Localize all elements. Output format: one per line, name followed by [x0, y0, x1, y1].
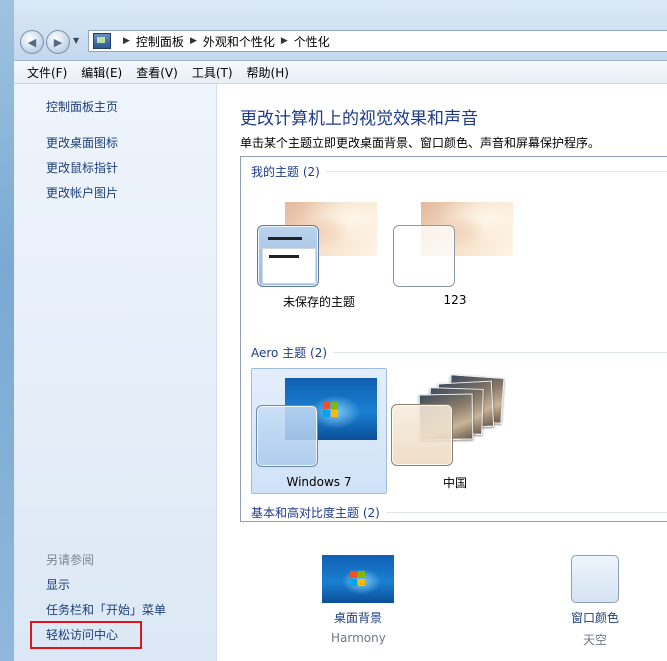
- page-title: 更改计算机上的视觉效果和声音: [240, 109, 478, 129]
- left-navigation-pane: 控制面板主页 更改桌面图标 更改鼠标指针 更改帐户图片 另请参阅 显示 任务栏和…: [14, 84, 217, 661]
- menu-help[interactable]: 帮助(H): [240, 64, 296, 81]
- theme-list[interactable]: 我的主题 (2) 未保存的主题 123 Aero 主题 (2) Windows …: [240, 156, 667, 522]
- menu-bar: 文件(F) 编辑(E) 查看(V) 工具(T) 帮助(H): [14, 61, 667, 84]
- back-button[interactable]: ◀: [20, 30, 44, 54]
- main-content: 更改计算机上的视觉效果和声音 单击某个主题立即更改桌面背景、窗口颜色、声音和屏幕…: [217, 84, 667, 661]
- basic-themes-group-label: 基本和高对比度主题 (2): [251, 504, 386, 521]
- menu-tools[interactable]: 工具(T): [185, 64, 240, 81]
- windows-logo-icon: [350, 571, 366, 587]
- window-color-value: 天空: [583, 633, 608, 647]
- recent-pages-dropdown-icon[interactable]: ▼: [73, 36, 79, 45]
- theme-unsaved[interactable]: 未保存的主题: [251, 183, 387, 309]
- desktop-background-link[interactable]: 桌面背景: [334, 609, 382, 626]
- taskbar-start-menu-link[interactable]: 任务栏和「开始」菜单: [46, 601, 166, 618]
- window-color-preview: [393, 225, 455, 287]
- theme-china[interactable]: 中国: [387, 368, 523, 494]
- change-mouse-pointers-link[interactable]: 更改鼠标指针: [46, 159, 118, 176]
- address-bar[interactable]: ▶ 控制面板 ▶ 外观和个性化 ▶ 个性化: [88, 30, 667, 52]
- window-color-preview: [256, 405, 318, 467]
- theme-123[interactable]: 123: [387, 183, 523, 309]
- chevron-right-icon[interactable]: ▶: [281, 36, 288, 46]
- page-description: 单击某个主题立即更改桌面背景、窗口颜色、声音和屏幕保护程序。: [240, 136, 601, 150]
- highlight-annotation-box: [30, 621, 142, 649]
- window-color-link[interactable]: 窗口颜色: [571, 609, 619, 626]
- theme-name: 未保存的主题: [282, 295, 355, 309]
- breadcrumb-appearance[interactable]: 外观和个性化: [203, 33, 275, 50]
- change-desktop-icons-link[interactable]: 更改桌面图标: [46, 134, 118, 151]
- theme-name: 123: [443, 293, 467, 307]
- navigation-bar: ◀ ▶ ▼ ▶ 控制面板 ▶ 外观和个性化 ▶ 个性化: [14, 0, 667, 61]
- forward-button[interactable]: ▶: [46, 30, 70, 54]
- window-color-preview: [391, 404, 453, 466]
- menu-edit[interactable]: 编辑(E): [74, 64, 129, 81]
- chevron-right-icon[interactable]: ▶: [123, 36, 130, 46]
- arrow-left-icon: ◀: [27, 35, 37, 49]
- breadcrumb-control-panel[interactable]: 控制面板: [136, 33, 184, 50]
- control-panel-home-link[interactable]: 控制面板主页: [46, 98, 118, 115]
- desktop-background-thumbnail[interactable]: [322, 555, 394, 603]
- menu-file[interactable]: 文件(F): [14, 64, 74, 81]
- windows-logo-icon: [323, 402, 339, 418]
- desktop-background-value: Harmony: [331, 631, 386, 645]
- my-themes-group-label: 我的主题 (2): [251, 163, 326, 180]
- theme-name: Windows 7: [286, 475, 352, 489]
- window-frame-edge: [0, 0, 14, 661]
- control-panel-icon: [93, 33, 111, 49]
- see-also-heading: 另请参阅: [46, 553, 95, 567]
- change-account-picture-link[interactable]: 更改帐户图片: [46, 184, 118, 201]
- theme-windows-7[interactable]: Windows 7: [251, 368, 387, 494]
- window-color-thumbnail[interactable]: [571, 555, 619, 603]
- chevron-right-icon[interactable]: ▶: [190, 36, 197, 46]
- arrow-right-icon: ▶: [53, 35, 63, 49]
- breadcrumb-personalization[interactable]: 个性化: [294, 33, 330, 50]
- window-color-preview: [257, 225, 319, 287]
- theme-name: 中国: [442, 476, 467, 490]
- aero-themes-group-label: Aero 主题 (2): [251, 344, 334, 361]
- menu-view[interactable]: 查看(V): [129, 64, 185, 81]
- display-link[interactable]: 显示: [46, 576, 70, 593]
